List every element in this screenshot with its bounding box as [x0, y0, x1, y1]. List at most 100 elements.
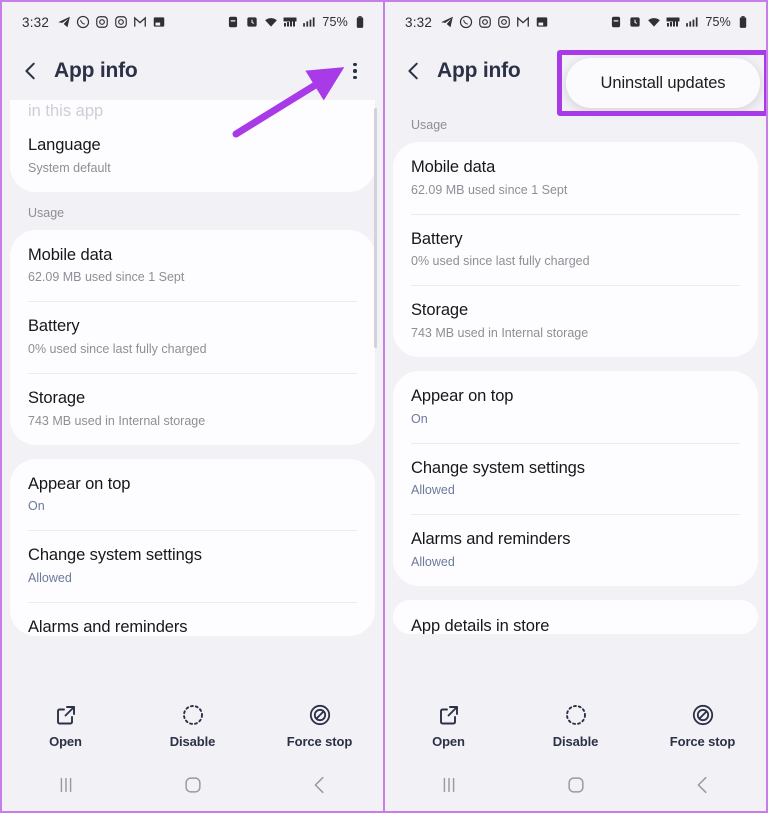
clipped-row-text: in this app	[28, 102, 104, 120]
instagram-icon	[114, 15, 128, 29]
whatsapp-icon	[459, 15, 473, 29]
scrollbar-thumb[interactable]	[374, 108, 377, 348]
uninstall-updates-menu-item[interactable]: Uninstall updates	[566, 58, 760, 108]
disable-button[interactable]: Disable	[512, 703, 639, 749]
section-header-usage: Usage	[28, 205, 65, 220]
telegram-icon	[57, 15, 71, 29]
disable-button[interactable]: Disable	[129, 703, 256, 749]
back-button[interactable]	[639, 758, 766, 811]
row-subtitle: 62.09 MB used since 1 Sept	[411, 182, 568, 197]
action-label: Open	[432, 733, 465, 749]
action-label: Force stop	[669, 733, 736, 749]
dnd-icon	[609, 15, 623, 29]
list-item[interactable]: Mobile data 62.09 MB used since 1 Sept	[411, 142, 740, 214]
wifi-icon	[647, 15, 661, 29]
list-item[interactable]: Change system settings Allowed	[28, 530, 357, 602]
battery-icon	[353, 15, 367, 29]
status-bar-right-group: 75%	[226, 15, 367, 29]
home-button[interactable]	[512, 758, 639, 811]
battery-icon	[736, 15, 750, 29]
back-button[interactable]	[256, 758, 383, 811]
list-item[interactable]: Appear on top On	[28, 459, 357, 531]
list-item[interactable]: Alarms and reminders	[28, 601, 357, 636]
row-subtitle: System default	[28, 160, 111, 175]
wifi-icon	[264, 15, 278, 29]
signal-icon	[302, 15, 316, 29]
row-subtitle: 743 MB used in Internal storage	[411, 325, 589, 340]
whatsapp-icon	[76, 15, 90, 29]
action-label: Open	[49, 733, 82, 749]
settings-card-permissions: Appear on top On Change system settings …	[10, 458, 375, 636]
row-title: Alarms and reminders	[411, 530, 571, 549]
action-label: Disable	[169, 733, 216, 749]
list-item[interactable]: Alarms and reminders Allowed	[411, 514, 740, 586]
row-title: Battery	[411, 229, 463, 248]
kebab-menu-icon[interactable]	[343, 59, 367, 83]
status-time: 3:32	[405, 14, 433, 30]
recents-button[interactable]	[385, 758, 512, 811]
gmail-icon	[133, 15, 147, 29]
phone-screen-right: 3:32 75% App info Usage Mobile data 62.0…	[384, 0, 768, 813]
android-nav-bar-right	[385, 758, 766, 811]
list-item[interactable]: Change system settings Allowed	[411, 442, 740, 515]
back-navigation-icon[interactable]	[20, 60, 42, 82]
row-title: Alarms and reminders	[28, 617, 188, 636]
row-title: Mobile data	[411, 158, 496, 176]
app-bar-left: App info	[2, 42, 383, 100]
row-title: Appear on top	[28, 474, 131, 493]
list-item[interactable]: Appear on top On	[411, 371, 740, 443]
dashed-circle-icon	[181, 703, 205, 727]
instagram-icon	[95, 15, 109, 29]
settings-scroll-area-right[interactable]: Usage Mobile data 62.09 MB used since 1 …	[385, 100, 766, 693]
row-subtitle: 743 MB used in Internal storage	[28, 413, 206, 428]
list-item[interactable]: Battery 0% used since last fully charged	[411, 213, 740, 286]
force-stop-button[interactable]: Force stop	[639, 703, 766, 749]
block-circle-icon	[308, 703, 332, 727]
action-label: Disable	[552, 733, 599, 749]
dnd-icon	[226, 15, 240, 29]
instagram-icon	[497, 15, 511, 29]
open-button[interactable]: Open	[385, 703, 512, 749]
row-subtitle: Allowed	[411, 554, 455, 569]
list-item[interactable]: Storage 743 MB used in Internal storage	[411, 285, 740, 357]
external-link-icon	[54, 703, 78, 727]
row-title: Change system settings	[28, 546, 202, 565]
page-title: App info	[437, 59, 521, 82]
status-bar-right-group: 75%	[609, 15, 750, 29]
row-title: Mobile data	[28, 245, 113, 264]
row-subtitle: Allowed	[411, 483, 455, 498]
lte-icon	[666, 15, 680, 29]
status-bar-left: 3:32 75%	[2, 2, 383, 42]
row-title: Storage	[28, 388, 86, 407]
list-item[interactable]: Mobile data 62.09 MB used since 1 Sept	[28, 230, 357, 302]
action-label: Force stop	[286, 733, 353, 749]
list-item[interactable]: Language System default	[28, 120, 357, 192]
signal-icon	[685, 15, 699, 29]
telegram-icon	[440, 15, 454, 29]
settings-scroll-area-left[interactable]: in this app Language System default Usag…	[2, 100, 383, 693]
open-button[interactable]: Open	[2, 703, 129, 749]
settings-card-permissions: Appear on top On Change system settings …	[393, 370, 758, 586]
recents-button[interactable]	[2, 758, 129, 811]
list-item[interactable]: Storage 743 MB used in Internal storage	[28, 372, 357, 445]
row-subtitle: 0% used since last fully charged	[411, 254, 590, 269]
gmail-icon	[516, 15, 530, 29]
comparison-screenshot: 3:32 75% App info in this app Language S…	[0, 0, 768, 813]
back-navigation-icon[interactable]	[403, 60, 425, 82]
list-item[interactable]: Battery 0% used since last fully charged	[28, 301, 357, 373]
battery-percent: 75%	[705, 15, 731, 29]
page-title: App info	[54, 59, 138, 82]
home-button[interactable]	[129, 758, 256, 811]
instagram-icon	[478, 15, 492, 29]
row-subtitle: 62.09 MB used since 1 Sept	[28, 270, 185, 285]
force-stop-button[interactable]: Force stop	[256, 703, 383, 749]
row-title: Battery	[28, 317, 80, 336]
row-subtitle: On	[411, 411, 428, 426]
lte-icon	[283, 15, 297, 29]
action-bar-left: Open Disable Force stop	[2, 693, 383, 758]
row-subtitle: 0% used since last fully charged	[28, 341, 207, 356]
row-title: Language	[28, 136, 101, 154]
alarm-icon	[628, 15, 642, 29]
status-bar-left-group: 3:32	[405, 15, 549, 30]
list-item[interactable]: App details in store	[411, 600, 740, 634]
